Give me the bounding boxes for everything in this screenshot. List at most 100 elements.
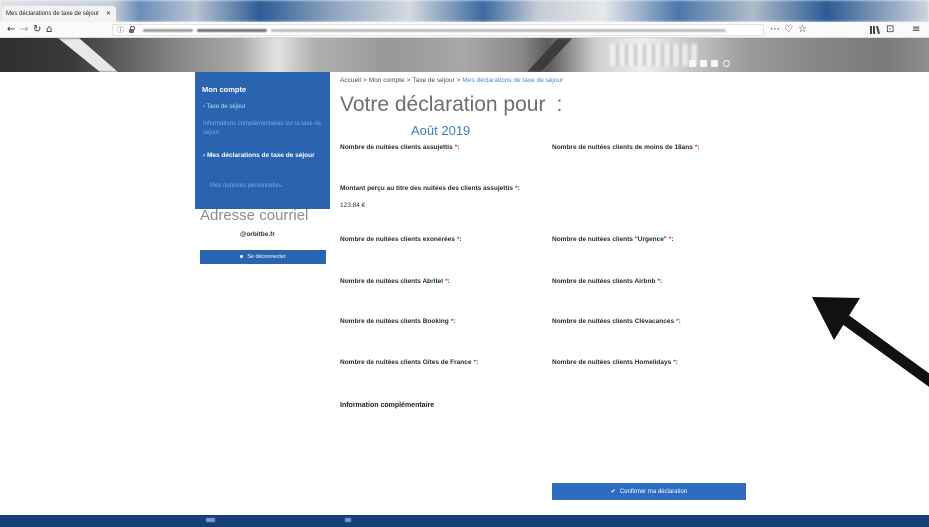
label-text: Nombre de nuitées clients Abritel [340, 278, 444, 285]
info-icon[interactable]: ⓘ [117, 25, 124, 35]
library-icon[interactable] [870, 25, 881, 35]
field-nuitees-clevacances: Nombre de nuitées clients Clévacances *: [552, 317, 752, 341]
twitter-icon[interactable] [711, 60, 718, 67]
field-nuitees-homelidays: Nombre de nuitées clients Homelidays *: [552, 358, 752, 382]
nuitees-booking-input[interactable] [340, 329, 500, 341]
nuitees-urgence-input[interactable] [552, 247, 712, 259]
field-nuitees-airbnb: Nombre de nuitées clients Airbnb *: [552, 277, 752, 301]
label-colon: : [453, 318, 456, 325]
account-button[interactable]: Se déconnecter [200, 250, 326, 264]
page-title-suffix: : [556, 93, 563, 116]
breadcrumb-accueil[interactable]: Accueil [340, 77, 361, 84]
info-label: Information complémentaire [340, 402, 435, 409]
label-text: Nombre de nuitées clients de moins de 18… [552, 144, 693, 151]
tab-strip-background [0, 0, 929, 22]
nuitees-moins-18ans-input[interactable] [552, 155, 712, 167]
label-colon: : [659, 278, 663, 285]
tab-title: Mes déclarations de taxe de séjour [6, 11, 100, 17]
url-text-path [271, 29, 726, 32]
nuitees-airbnb-input[interactable] [552, 289, 712, 301]
nuitees-homelidays-input[interactable] [552, 370, 712, 382]
label-text: Nombre de nuitées clients exonérées [340, 236, 455, 243]
breadcrumb-taxe-de-sejour[interactable]: Taxe de séjour [412, 77, 454, 84]
label-text: Montant perçu au titre des nuitées des c… [340, 185, 514, 192]
field-label: Nombre de nuitées clients Booking *: [340, 317, 540, 327]
field-label: Montant perçu au titre des nuitées des c… [340, 184, 535, 194]
url-text-scheme [143, 29, 193, 32]
field-nuitees-assujettis: Nombre de nuitées clients assujettis *: [340, 143, 540, 167]
label-text: Nombre de nuitées clients assujettis [340, 144, 453, 151]
sidebar-title: Mon compte [202, 85, 247, 94]
information-complementaire-textarea[interactable] [340, 414, 535, 464]
bookmark-star-icon[interactable]: ☆ [798, 22, 807, 37]
label-text: Nombre de nuitées clients Booking [340, 318, 449, 325]
more-icon[interactable]: ⋯ [770, 22, 780, 37]
confirm-declaration-button[interactable]: ✔ Confirmer ma déclaration [552, 483, 746, 500]
sidebar-item-taxe-de-sejour[interactable]: › Taxe de séjour [203, 103, 325, 112]
forward-arrow-icon[interactable]: → [20, 22, 28, 37]
nuitees-gites-de-france-input[interactable] [340, 370, 500, 382]
label-colon: : [447, 278, 450, 285]
label-text: Nombre de nuitées clients Gîtes de Franc… [340, 359, 472, 366]
breadcrumb-current: Mes déclarations de taxe de séjour [462, 77, 564, 84]
sidebar-item-mes-declarations[interactable]: › Mes déclarations de taxe de séjour [203, 151, 325, 161]
label-text: Nombre de nuitées clients Clévacances [552, 318, 675, 325]
field-nuitees-gites-de-france: Nombre de nuitées clients Gîtes de Franc… [340, 358, 540, 382]
pocket-icon[interactable]: ♡ [784, 22, 793, 37]
field-information-complementaire: Information complémentaire [340, 401, 540, 464]
declaration-period: Août 2019 [411, 123, 471, 138]
header-photo-facade [610, 44, 700, 66]
footer-logo-mark [206, 518, 215, 522]
field-label: Nombre de nuitées clients exonérées *: [340, 235, 540, 245]
field-label: Nombre de nuitées clients Airbnb *: [552, 277, 752, 287]
field-label: Nombre de nuitées clients assujettis *: [340, 143, 540, 153]
breadcrumb: Accueil > Mon compte > Taxe de séjour > Mes dé… [340, 77, 563, 85]
nuitees-abritel-input[interactable] [340, 289, 500, 301]
menu-icon[interactable]: ≡ [912, 22, 920, 37]
navigation-toolbar: ← → ↻ ⌂ ⓘ ⋯ ♡ ☆ ⊡ ≡ [0, 22, 929, 38]
address-bar[interactable]: ⓘ [112, 24, 764, 36]
check-icon: ✔ [610, 488, 616, 495]
nuitees-clevacances-input[interactable] [552, 329, 712, 341]
label-colon: : [697, 144, 700, 151]
account-button-label: Se déconnecter [247, 254, 286, 260]
back-arrow-icon[interactable]: ← [7, 22, 15, 37]
field-nuitees-abritel: Nombre de nuitées clients Abritel *: [340, 277, 540, 301]
label-colon: : [678, 318, 681, 325]
home-icon[interactable]: ⌂ [46, 22, 52, 37]
reload-icon[interactable]: ↻ [33, 22, 41, 37]
url-text-domain [197, 29, 267, 32]
label-colon: : [459, 236, 462, 243]
nuitees-assujettis-input[interactable] [340, 155, 500, 167]
label-colon: : [476, 359, 479, 366]
label-text: Nombre de nuitées clients "Urgence" [552, 236, 667, 243]
search-icon[interactable] [723, 60, 730, 67]
field-montant-percu: Montant perçu au titre des nuitées des c… [340, 184, 535, 211]
field-nuitees-urgence: Nombre de nuitées clients "Urgence" *: [552, 235, 752, 259]
label-colon: : [517, 185, 520, 192]
sidebar-icon[interactable]: ⊡ [886, 22, 894, 37]
annotation-arrow-shaft [842, 315, 929, 387]
confirm-button-label: Confirmer ma déclaration [619, 489, 688, 495]
label-colon: : [675, 359, 678, 366]
sidebar-item-donnees-personnelles[interactable]: Mes données personnelles [210, 182, 332, 191]
field-label: Nombre de nuitées clients "Urgence" *: [552, 235, 752, 245]
close-icon[interactable]: ✕ [106, 9, 111, 18]
lock-icon[interactable] [129, 26, 135, 33]
montant-percu-input[interactable] [340, 199, 500, 211]
label-text: Nombre de nuitées clients Homelidays [552, 359, 672, 366]
breadcrumb-separator: > [406, 77, 411, 84]
header-photo [0, 38, 929, 72]
field-label: Nombre de nuitées clients Clévacances *: [552, 317, 752, 327]
nuitees-exonerees-input[interactable] [340, 247, 500, 259]
breadcrumb-mon-compte[interactable]: Mon compte [369, 77, 405, 84]
field-label: Nombre de nuitées clients de moins de 18… [552, 143, 752, 153]
linkedin-icon[interactable] [689, 60, 696, 67]
facebook-icon[interactable] [700, 60, 707, 67]
header-banner [0, 38, 929, 72]
field-label: Nombre de nuitées clients Gîtes de Franc… [340, 358, 540, 368]
label-colon: : [457, 144, 460, 151]
browser-tab[interactable]: Mes déclarations de taxe de séjour ✕ [2, 6, 116, 22]
page-title-text: Votre déclaration pour [340, 93, 546, 116]
sidebar-item-informations[interactable]: Informations complémentaires sur la taxe… [203, 120, 325, 138]
